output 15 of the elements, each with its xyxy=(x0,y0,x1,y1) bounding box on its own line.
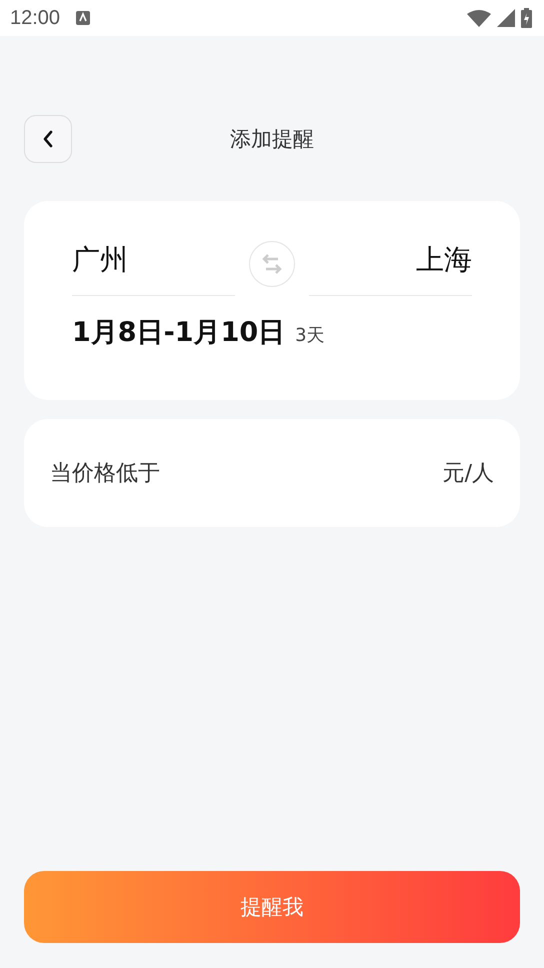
wifi-icon xyxy=(467,9,491,27)
status-time: 12:00 xyxy=(10,6,60,30)
keyboard-icon xyxy=(76,11,90,25)
signal-icon xyxy=(497,9,515,27)
back-button[interactable] xyxy=(24,115,72,163)
price-label: 当价格低于 xyxy=(50,460,160,488)
date-range[interactable]: 1月8日-1月10日 xyxy=(72,314,286,350)
battery-icon xyxy=(521,8,532,28)
origin-city[interactable]: 广州 xyxy=(72,241,235,296)
destination-city[interactable]: 上海 xyxy=(309,241,472,296)
trip-duration: 3天 xyxy=(295,324,325,347)
page-title: 添加提醒 xyxy=(230,126,314,153)
chevron-icon xyxy=(42,130,54,148)
price-unit: 元/人 xyxy=(442,460,494,488)
swap-icon xyxy=(262,253,282,275)
